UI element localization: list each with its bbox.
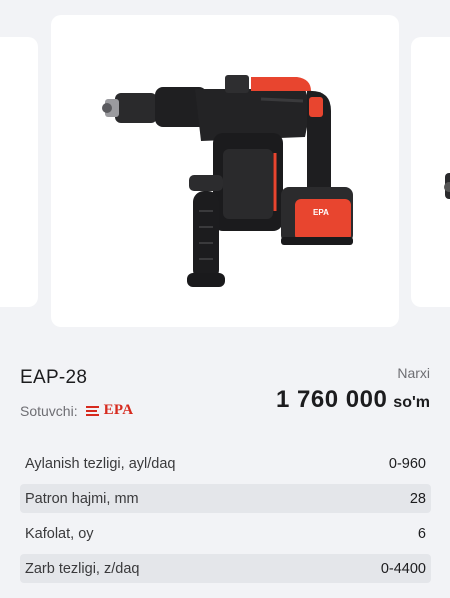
next-drill-image	[444, 173, 450, 199]
image-carousel[interactable]: EPA	[0, 0, 450, 345]
spec-value: 0-960	[388, 455, 426, 472]
spec-label: Zarb tezligi, z/daq	[25, 560, 140, 577]
price: 1 760 000 so'm	[276, 386, 430, 414]
svg-text:EPA: EPA	[313, 208, 329, 217]
spec-row: Zarb tezligi, z/daq 0-4400	[20, 554, 431, 583]
seller-logo-text: EPA	[103, 402, 134, 418]
spec-label: Aylanish tezligi, ayl/daq	[25, 455, 176, 472]
price-currency: so'm	[393, 394, 430, 411]
next-image-card[interactable]	[411, 37, 450, 307]
seller-logo[interactable]: EPA	[85, 402, 134, 419]
spec-value: 28	[409, 490, 426, 507]
spec-label: Kafolat, oy	[25, 525, 94, 542]
seller-row: Sotuvchi: EPA	[20, 402, 133, 419]
spec-row: Kafolat, oy 6	[20, 519, 431, 548]
previous-image-card[interactable]	[0, 37, 38, 307]
spec-label: Patron hajmi, mm	[25, 490, 139, 507]
main-product-image-card[interactable]: EPA	[51, 15, 399, 327]
specs-table: Aylanish tezligi, ayl/daq 0-960 Patron h…	[20, 449, 431, 589]
spec-value: 6	[417, 525, 426, 542]
product-model: EAP-28	[20, 367, 88, 388]
spec-row: Aylanish tezligi, ayl/daq 0-960	[20, 449, 431, 478]
spec-value: 0-4400	[380, 560, 426, 577]
price-label: Narxi	[397, 365, 430, 381]
price-value: 1 760 000	[276, 386, 388, 413]
seller-label: Sotuvchi:	[20, 402, 78, 419]
rotary-hammer-drill-image: EPA	[102, 75, 353, 287]
epa-logo-icon	[85, 405, 99, 416]
spec-row: Patron hajmi, mm 28	[20, 484, 431, 513]
